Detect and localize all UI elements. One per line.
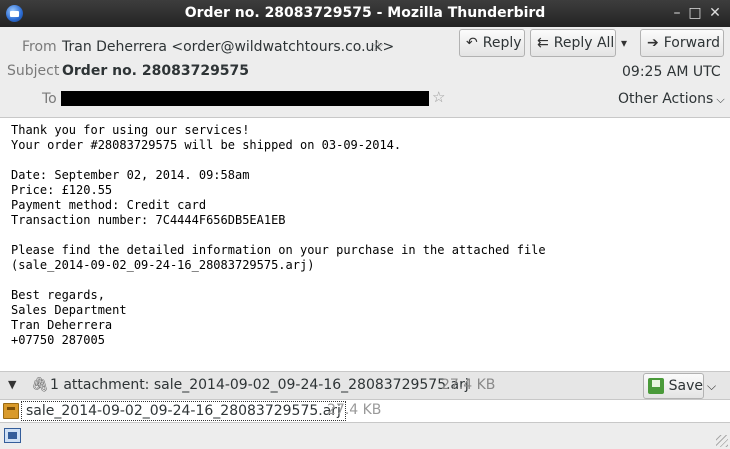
- subject-value: Order no. 28083729575: [62, 63, 250, 79]
- archive-file-icon: [3, 403, 19, 419]
- forward-label: Forward: [663, 35, 721, 51]
- attachment-list: sale_2014-09-02_09-24-16_28083729575.arj…: [0, 400, 730, 422]
- status-bar: [0, 422, 730, 449]
- message-time: 09:25 AM UTC: [622, 64, 721, 80]
- from-value[interactable]: Tran Deherrera <order@wildwatchtours.co.…: [62, 39, 394, 55]
- window-titlebar: Order no. 28083729575 - Mozilla Thunderb…: [0, 0, 730, 27]
- from-label: From: [22, 39, 57, 55]
- other-actions-label: Other Actions: [618, 91, 714, 107]
- other-actions-button[interactable]: Other Actions ⌵: [618, 91, 725, 107]
- star-icon[interactable]: ☆: [432, 88, 445, 106]
- window-title: Order no. 28083729575 - Mozilla Thunderb…: [184, 5, 546, 21]
- save-attachment-button[interactable]: Save: [643, 373, 704, 399]
- paperclip-icon: 🖇: [31, 377, 49, 393]
- resize-grip[interactable]: [716, 435, 728, 447]
- chevron-down-icon: ⌵: [716, 93, 725, 106]
- reply-all-label: Reply All: [553, 35, 615, 51]
- message-body: Thank you for using our services! Your o…: [0, 117, 730, 371]
- reply-arrow-icon: ↶: [466, 35, 478, 51]
- close-button[interactable]: ✕: [706, 4, 724, 22]
- subject-label: Subject: [7, 63, 60, 79]
- attachment-summary-size: 27.4 KB: [441, 377, 496, 393]
- message-header: From Tran Deherrera <order@wildwatchtour…: [0, 27, 730, 117]
- reply-label: Reply: [482, 35, 522, 51]
- reply-button[interactable]: ↶ Reply: [459, 29, 525, 57]
- save-label: Save: [668, 378, 703, 394]
- attachment-toggle-icon[interactable]: ▼: [8, 378, 16, 391]
- reply-all-dropdown-chevron-icon[interactable]: ▾: [621, 36, 627, 50]
- attachment-item-size: 27.4 KB: [327, 402, 382, 418]
- reply-all-button[interactable]: ⇇ Reply All: [530, 29, 616, 57]
- minimize-button[interactable]: –: [668, 4, 686, 22]
- online-status-icon[interactable]: [4, 428, 21, 443]
- attachment-item-name[interactable]: sale_2014-09-02_09-24-16_28083729575.arj: [21, 401, 346, 421]
- save-dropdown-chevron-icon[interactable]: ⌵: [707, 379, 716, 394]
- forward-arrow-icon: ➔: [647, 35, 659, 51]
- message-body-text: Thank you for using our services! Your o…: [11, 123, 546, 347]
- save-icon: [648, 378, 664, 394]
- attachment-summary: 1 attachment: sale_2014-09-02_09-24-16_2…: [50, 377, 469, 393]
- redacted-recipient: [61, 91, 429, 106]
- reply-all-arrow-icon: ⇇: [537, 35, 549, 51]
- attachment-bar: ▼ 🖇 1 attachment: sale_2014-09-02_09-24-…: [0, 371, 730, 400]
- maximize-button[interactable]: □: [686, 4, 704, 22]
- star-icon[interactable]: ☆: [371, 37, 384, 55]
- to-label: To: [42, 91, 57, 107]
- forward-button[interactable]: ➔ Forward: [640, 29, 724, 57]
